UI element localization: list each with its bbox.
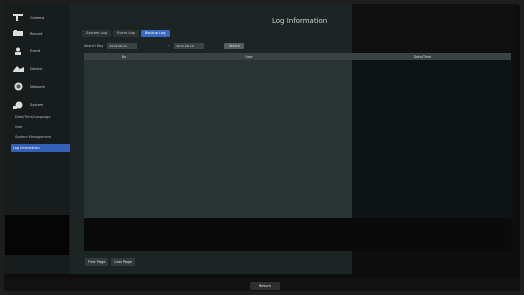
last-page-button[interactable]: Last Page xyxy=(111,258,135,266)
sidebar-item-label: Device xyxy=(30,66,43,71)
search-button[interactable]: Search xyxy=(224,42,245,49)
network-icon xyxy=(11,82,25,92)
sidebar-item-label: Event xyxy=(30,48,41,53)
device-icon xyxy=(11,64,25,74)
sidebar-item-record[interactable]: Record xyxy=(7,27,69,40)
sidebar-item-label: Network xyxy=(30,84,46,89)
search-day-label: Search Day xyxy=(84,43,104,48)
pagination: First Page Last Page xyxy=(85,258,135,266)
sidebar-subitem-label: Date/Time/Language xyxy=(15,115,51,119)
end-date-field[interactable]: 2019-08-19 xyxy=(174,42,205,49)
tab-event-log[interactable]: Event Log xyxy=(112,30,139,37)
sidebar-item-device[interactable]: Device xyxy=(7,62,69,75)
sidebar-subitem-date-time-language[interactable]: Date/Time/Language xyxy=(13,113,71,121)
start-date-field[interactable]: 2019-08-19 xyxy=(107,42,138,49)
sidebar-item-network[interactable]: Network xyxy=(7,80,69,93)
table-body-area xyxy=(84,60,352,218)
column-header-no: No xyxy=(121,54,127,59)
sidebar-item-label: Camera xyxy=(30,15,45,20)
first-page-button[interactable]: First Page xyxy=(85,258,109,266)
sidebar-footer-area xyxy=(5,215,69,255)
page-title: Log Information xyxy=(272,17,328,25)
sidebar-subitem-label: User xyxy=(15,125,23,129)
search-row: Search Day 2019-08-19 ~ 2019-08-19 Searc… xyxy=(84,42,245,49)
log-tabs: System Log Event Log Backup Log xyxy=(82,30,170,37)
log-table: No User Date/Time xyxy=(84,53,511,251)
sidebar-item-label: Record xyxy=(30,31,43,36)
sidebar-item-label: System xyxy=(30,102,44,107)
date-range-separator: ~ xyxy=(167,43,171,48)
sidebar-item-camera[interactable]: Camera xyxy=(7,11,69,24)
return-button[interactable]: Return xyxy=(250,282,280,290)
sidebar-item-event[interactable]: Event xyxy=(7,44,69,57)
system-icon xyxy=(11,100,25,110)
record-icon xyxy=(11,29,25,39)
tab-backup-log[interactable]: Backup Log xyxy=(140,30,170,37)
sidebar-subitem-label: System Management xyxy=(15,135,52,139)
sidebar-subitem-log-information[interactable]: Log Information xyxy=(11,144,71,152)
sidebar-subitem-user[interactable]: User xyxy=(13,123,71,131)
table-body xyxy=(84,60,511,251)
sidebar-subitem-system-management[interactable]: System Management xyxy=(13,133,71,141)
camera-icon xyxy=(11,13,25,23)
sidebar-item-system[interactable]: System xyxy=(7,98,69,111)
column-header-date-time: Date/Time xyxy=(413,54,432,59)
event-icon xyxy=(11,46,25,56)
tab-system-log[interactable]: System Log xyxy=(82,30,111,37)
sidebar-subitem-label: Log Information xyxy=(13,146,40,150)
table-footer-area xyxy=(84,218,511,251)
column-header-user: User xyxy=(245,54,253,59)
table-header: No User Date/Time xyxy=(84,53,511,60)
